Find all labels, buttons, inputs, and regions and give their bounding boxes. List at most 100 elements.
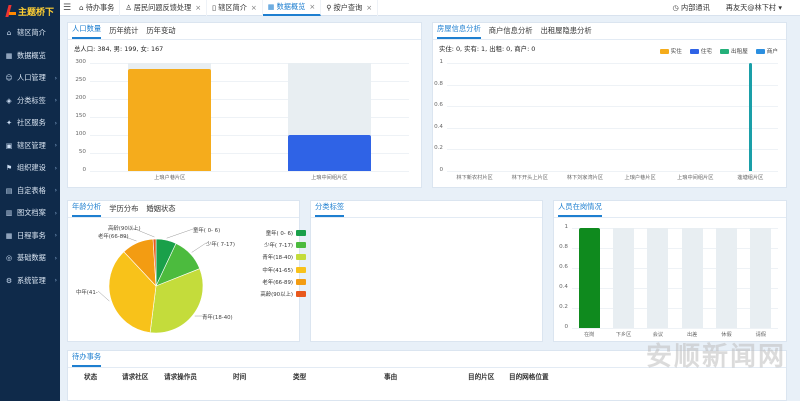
x-tick-label: 林下新农村片区 [456, 175, 493, 181]
close-icon[interactable]: × [195, 4, 201, 12]
sidebar-item-3[interactable]: ◈ 分类标签 › [0, 90, 60, 113]
tab-3[interactable]: ▦ 数据概览 × [262, 0, 322, 16]
sidebar-item-label: 组织建设 [17, 163, 46, 173]
sidebar-item-5[interactable]: ▣ 辖区管理 › [0, 135, 60, 158]
sidebar-item-6[interactable]: ⚑ 组织建设 › [0, 157, 60, 180]
legend-swatch [659, 48, 669, 54]
population-tab-2[interactable]: 历年变动 [146, 26, 175, 39]
sidebar-item-label: 系统管理 [17, 275, 46, 285]
column-header: 类型 [293, 373, 307, 381]
sidebar-item-11[interactable]: ⚙ 系统管理 › [0, 270, 60, 293]
sidebar-item-label: 自定表格 [17, 185, 46, 195]
age-tab-0[interactable]: 年龄分析 [72, 202, 102, 217]
gear-icon: ⚙ [5, 276, 13, 285]
pie-slice-label: 少年( 7-17) [206, 242, 235, 248]
population-tab-0[interactable]: 人口数量 [72, 24, 102, 39]
legend-label: 少年( 7-17) [264, 243, 293, 250]
bar-background [681, 228, 703, 328]
housing-tab-0[interactable]: 房屋信息分析 [437, 24, 481, 39]
y-tick-label: 0.2 [434, 145, 443, 152]
legend-label: 高龄(90以上) [260, 292, 293, 299]
legend-swatch [296, 278, 306, 285]
x-tick-label: 上琅中间组片区 [311, 175, 348, 181]
population-chart: 0 50 100 150 200 250 300 上琅户巷片区 上琅中间组片区 [68, 55, 423, 189]
y-tick-label: 1 [564, 224, 568, 230]
table-icon: ▤ [5, 186, 13, 195]
gridline [572, 308, 778, 309]
sidebar-item-1[interactable]: ▦ 数据概览 [0, 45, 60, 68]
category-tab-0[interactable]: 分类标签 [315, 202, 345, 217]
age-tab-2[interactable]: 婚姻状态 [146, 204, 175, 217]
category-panel: 分类标签 [310, 200, 543, 342]
legend-label: 住宅 [700, 49, 712, 55]
chevron-right-icon: › [54, 97, 57, 105]
sidebar-item-label: 数据概览 [17, 50, 46, 60]
tab-label: 数据概览 [276, 1, 306, 11]
y-tick-label: 200 [75, 95, 86, 101]
bar[interactable] [578, 228, 600, 328]
housing-tab-2[interactable]: 出租屋隐患分析 [541, 26, 592, 39]
x-tick-label: 莲塘组片区 [737, 175, 764, 181]
chevron-right-icon: › [54, 142, 57, 150]
close-icon[interactable]: × [309, 3, 315, 11]
population-panel: 人口数量 历年统计 历年变动 总人口: 384, 男: 199, 女: 167 0 5… [67, 22, 422, 188]
age-tab-1[interactable]: 学历分布 [109, 204, 138, 217]
tab-1[interactable]: ♙ 居民问题反馈处理 × [120, 0, 208, 16]
bar[interactable] [287, 135, 371, 171]
tab-4[interactable]: ⚲ 按户查询 × [321, 0, 379, 16]
tab-2[interactable]: ▯ 辖区简介 × [207, 0, 263, 16]
chevron-right-icon: › [54, 119, 57, 127]
legend-label: 实住 [670, 49, 682, 55]
onduty-chart: 0 0.2 0.4 0.6 0.8 1 在岗 下乡区 会议 出差 休假 请假 [554, 218, 788, 342]
tab-0[interactable]: ⌂ 待办事务 [74, 0, 121, 16]
gridline [90, 171, 409, 172]
population-tab-1[interactable]: 历年统计 [109, 26, 138, 39]
close-icon[interactable]: × [366, 4, 372, 12]
legend-item[interactable]: 住宅 [689, 47, 712, 55]
legend-item[interactable]: 实住 [659, 47, 682, 55]
sidebar: 主题桥下 ⌂ 辖区简介 ▦ 数据概览 ☺ 人口管理 › ◈ 分类标签 › ✦ 社区服务 › ▣ 辖区管理 › ⚑… [0, 0, 60, 401]
notice-link[interactable]: ◷ 内部通讯 [672, 3, 709, 13]
y-tick-label: 0.8 [559, 244, 568, 250]
y-tick-label: 0.6 [434, 102, 443, 109]
sidebar-item-10[interactable]: ◎ 基础数据 › [0, 247, 60, 270]
column-header: 请求社区 [122, 373, 149, 381]
sidebar-item-2[interactable]: ☺ 人口管理 › [0, 67, 60, 90]
legend-item[interactable]: 青年(18-40) [250, 251, 306, 263]
tag-icon: ◈ [6, 96, 12, 105]
pie-leader-line [97, 290, 110, 302]
onduty-tab-0[interactable]: 人员在岗情况 [558, 202, 602, 217]
y-tick-label: 0.2 [559, 304, 568, 310]
bar-background [612, 228, 635, 328]
sidebar-item-9[interactable]: ▦ 日程事务 › [0, 225, 60, 248]
legend-item[interactable]: 中年(41-65) [250, 264, 306, 276]
todo-tab-0[interactable]: 待办事务 [72, 352, 102, 367]
service-icon: ✦ [6, 119, 12, 128]
sidebar-item-8[interactable]: ▥ 图文档案 › [0, 202, 60, 225]
bar[interactable] [128, 69, 212, 171]
column-header: 状态 [84, 373, 98, 381]
x-tick-label: 上琅中间组片区 [677, 175, 714, 181]
legend-swatch [296, 230, 306, 237]
legend-item[interactable]: 出租屋 [720, 47, 748, 55]
user-menu[interactable]: 再友天@林下村 ▾ [726, 3, 782, 13]
menu-toggle-icon[interactable]: ☰ [60, 3, 74, 13]
housing-tab-1[interactable]: 商户信息分析 [489, 26, 533, 39]
close-icon[interactable]: × [251, 4, 257, 12]
x-tick-label: 上琅户巷片区 [624, 175, 656, 181]
legend-item[interactable]: 少年( 7-17) [250, 239, 306, 251]
sidebar-item-label: 基础数据 [17, 253, 46, 263]
sidebar-item-4[interactable]: ✦ 社区服务 › [0, 112, 60, 135]
legend-item[interactable]: 童年( 0- 6) [250, 227, 306, 239]
sidebar-item-7[interactable]: ▤ 自定表格 › [0, 180, 60, 203]
column-header: 请求操作员 [164, 373, 197, 381]
sidebar-item-label: 辖区管理 [17, 140, 46, 150]
legend-item[interactable]: 高龄(90以上) [250, 288, 306, 300]
y-tick-label: 0.4 [559, 284, 568, 290]
legend-item[interactable]: 商户 [755, 47, 778, 55]
bar[interactable] [748, 63, 753, 171]
sidebar-item-0[interactable]: ⌂ 辖区简介 [0, 22, 60, 45]
legend-item[interactable]: 老年(66-89) [250, 276, 306, 288]
bar-background [647, 228, 669, 328]
legend-label: 商户 [766, 49, 778, 55]
